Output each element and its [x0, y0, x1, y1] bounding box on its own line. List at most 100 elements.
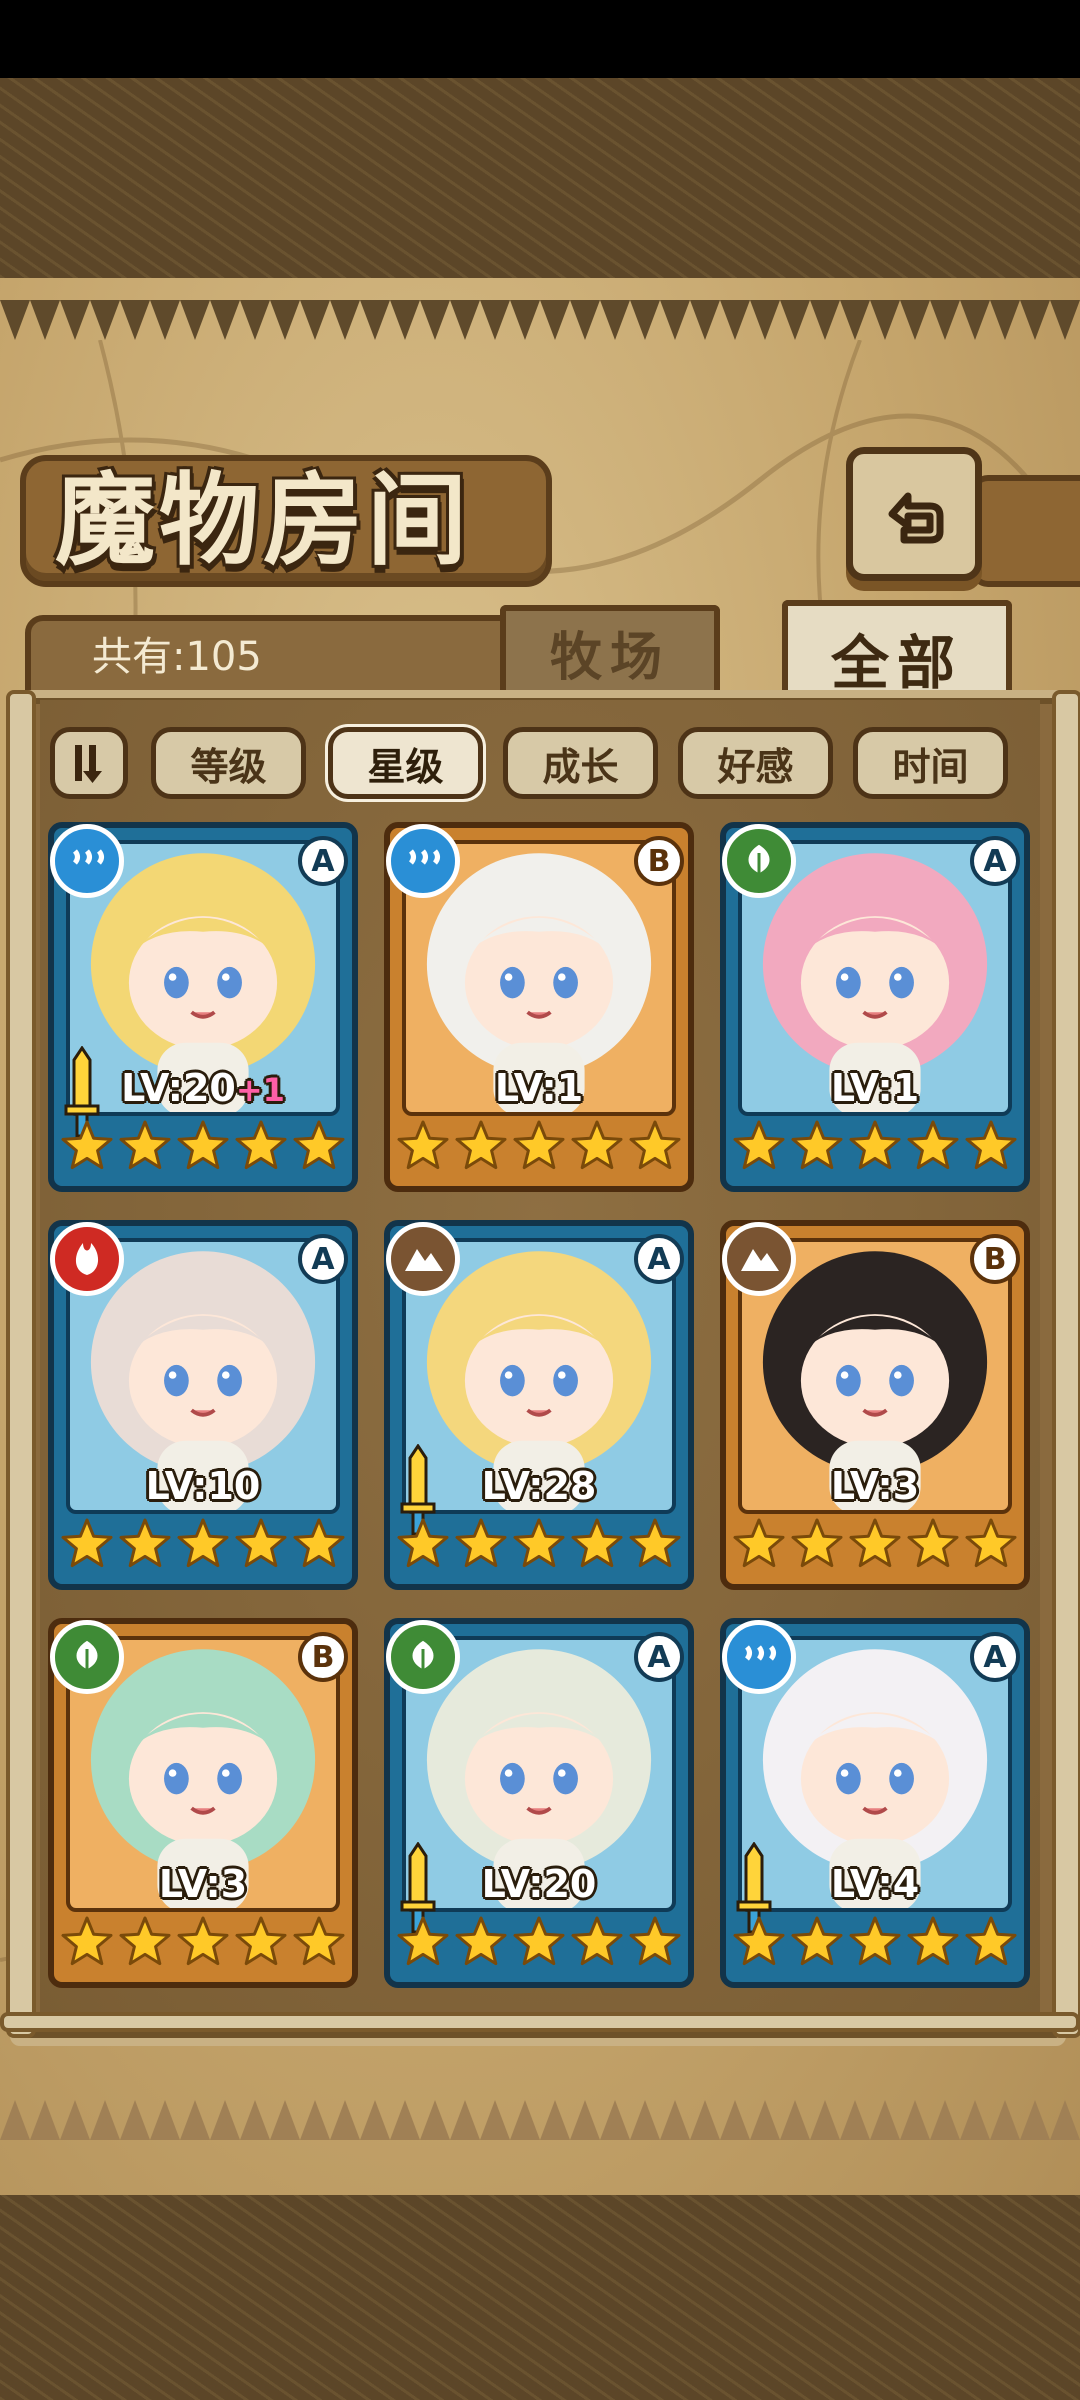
level-text: LV:28 — [481, 1464, 597, 1508]
panel-rail-bottom — [0, 2012, 1080, 2032]
star-icon — [455, 1120, 507, 1170]
star-icon — [119, 1120, 171, 1170]
star-icon — [293, 1518, 345, 1568]
zigzag-border-bottom — [0, 2100, 1080, 2140]
star-icon — [907, 1518, 959, 1568]
star-icon — [513, 1120, 565, 1170]
star-icon — [455, 1916, 507, 1966]
star-icon — [455, 1518, 507, 1568]
rank-badge: A — [634, 1234, 684, 1284]
sort-button-growth[interactable]: 成长 — [503, 727, 658, 799]
star-icon — [629, 1916, 681, 1966]
level-text: LV:10 — [145, 1464, 261, 1508]
rock-element-icon — [386, 1222, 460, 1296]
water-element-icon — [50, 824, 124, 898]
sort-order-toggle[interactable] — [50, 727, 128, 799]
monster-card[interactable]: B LV:3 — [720, 1220, 1030, 1590]
rank-badge: A — [298, 836, 348, 886]
tab-ranch[interactable]: 牧场 — [500, 605, 720, 693]
sort-button-stars[interactable]: 星级 — [328, 727, 483, 799]
star-rating — [54, 1118, 352, 1178]
star-icon — [235, 1120, 287, 1170]
monster-level: LV:3 — [726, 1464, 1024, 1508]
star-icon — [965, 1120, 1017, 1170]
level-bonus: +1 — [235, 1071, 285, 1109]
level-text: LV:3 — [830, 1464, 920, 1508]
monster-card[interactable]: A LV:28 — [384, 1220, 694, 1590]
star-rating — [726, 1118, 1024, 1178]
rock-element-icon — [722, 1222, 796, 1296]
monster-card[interactable]: B LV:1 — [384, 822, 694, 1192]
star-icon — [965, 1518, 1017, 1568]
star-icon — [907, 1120, 959, 1170]
sort-button-level[interactable]: 等级 — [151, 727, 306, 799]
star-icon — [629, 1120, 681, 1170]
star-icon — [61, 1518, 113, 1568]
star-icon — [177, 1916, 229, 1966]
water-element-icon — [386, 824, 460, 898]
level-text: LV:4 — [830, 1862, 920, 1906]
monster-card[interactable]: A LV:1 — [720, 822, 1030, 1192]
level-text: LV:3 — [158, 1862, 248, 1906]
back-arrow-icon — [888, 492, 944, 544]
star-rating — [390, 1914, 688, 1974]
star-icon — [235, 1916, 287, 1966]
sort-button-affection[interactable]: 好感 — [678, 727, 833, 799]
star-icon — [397, 1120, 449, 1170]
background-upper — [0, 78, 1080, 278]
star-rating — [726, 1914, 1024, 1974]
monster-level: LV:4 — [726, 1862, 1024, 1906]
star-icon — [791, 1518, 843, 1568]
star-icon — [733, 1120, 785, 1170]
monster-card[interactable]: A LV:20 — [384, 1618, 694, 1988]
star-rating — [390, 1516, 688, 1576]
sort-order-icon — [75, 745, 102, 783]
monster-level: LV:1 — [390, 1066, 688, 1110]
star-icon — [791, 1916, 843, 1966]
star-icon — [571, 1120, 623, 1170]
star-icon — [177, 1120, 229, 1170]
monster-card[interactable]: A LV:20+1 — [48, 822, 358, 1192]
rank-badge: A — [298, 1234, 348, 1284]
monster-level: LV:28 — [390, 1464, 688, 1508]
monster-level: LV:10 — [54, 1464, 352, 1508]
star-icon — [733, 1518, 785, 1568]
star-icon — [791, 1120, 843, 1170]
rank-badge: B — [634, 836, 684, 886]
back-button[interactable] — [846, 447, 982, 581]
rank-badge: A — [970, 1632, 1020, 1682]
zigzag-border-top — [0, 300, 1080, 340]
earth-element-icon — [386, 1620, 460, 1694]
monster-card[interactable]: A LV:4 — [720, 1618, 1030, 1988]
star-icon — [397, 1518, 449, 1568]
star-icon — [513, 1916, 565, 1966]
star-icon — [293, 1916, 345, 1966]
monster-card[interactable]: B LV:3 — [48, 1618, 358, 1988]
star-icon — [733, 1916, 785, 1966]
star-icon — [293, 1120, 345, 1170]
sort-button-time[interactable]: 时间 — [853, 727, 1008, 799]
panel-rail-left — [6, 690, 36, 2038]
star-rating — [726, 1516, 1024, 1576]
monster-level: LV:3 — [54, 1862, 352, 1906]
monster-level: LV:1 — [726, 1066, 1024, 1110]
star-icon — [907, 1916, 959, 1966]
star-icon — [119, 1916, 171, 1966]
star-icon — [849, 1120, 901, 1170]
total-count: 共有:105 — [92, 634, 262, 680]
level-text: LV:1 — [830, 1066, 920, 1110]
star-icon — [571, 1916, 623, 1966]
monster-card[interactable]: A LV:10 — [48, 1220, 358, 1590]
monster-level: LV:20 — [390, 1862, 688, 1906]
star-rating — [54, 1914, 352, 1974]
star-icon — [513, 1518, 565, 1568]
fire-element-icon — [50, 1222, 124, 1296]
earth-element-icon — [722, 824, 796, 898]
star-icon — [119, 1518, 171, 1568]
star-icon — [177, 1518, 229, 1568]
star-rating — [390, 1118, 688, 1178]
star-icon — [571, 1518, 623, 1568]
background-lower — [0, 2195, 1080, 2400]
star-icon — [235, 1518, 287, 1568]
back-button-backing — [970, 475, 1080, 587]
